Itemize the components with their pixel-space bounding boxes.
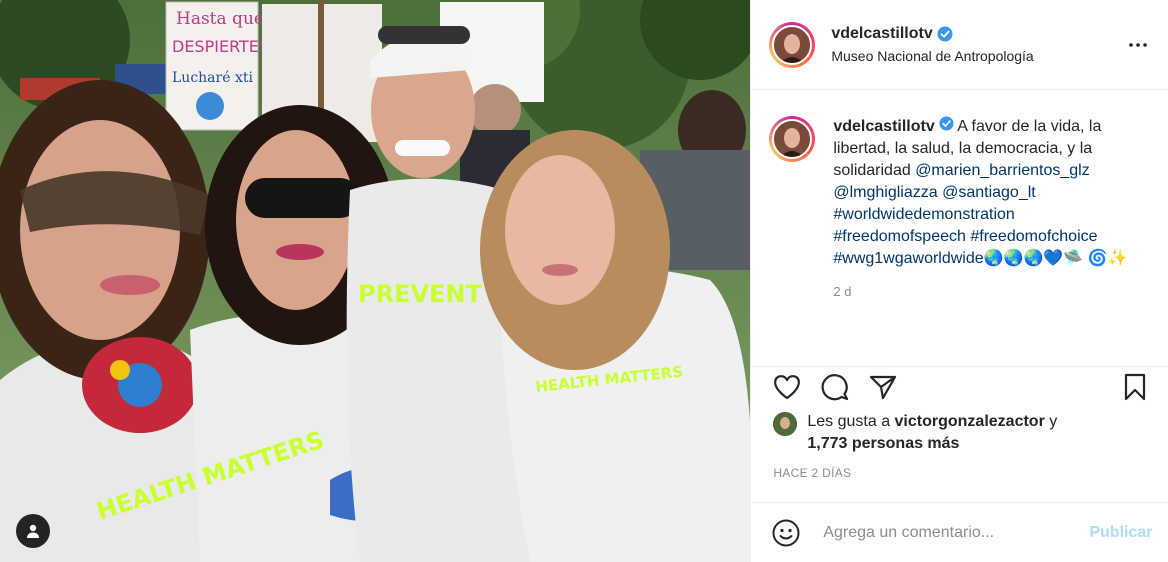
publish-button[interactable]: Publicar <box>1089 524 1152 542</box>
hashtag-link[interactable]: #worldwidedemonstration <box>833 206 1014 223</box>
post-photo[interactable]: Hasta que DESPIERTES Lucharé xti PREVENT… <box>0 0 751 562</box>
hashtag-link[interactable]: #wwg1wgaworldwide <box>833 250 983 267</box>
likes-row: Les gusta a victorgonzalezactor y 1,773 … <box>773 411 1057 455</box>
header-avatar[interactable] <box>769 21 816 68</box>
caption-emojis: 🌏🌏🌏💙🛸 <box>983 250 1084 267</box>
more-options-icon <box>1129 42 1147 47</box>
action-bar <box>751 366 1168 406</box>
avatar-portrait-icon <box>774 26 811 63</box>
photo-illustration: Hasta que DESPIERTES Lucharé xti PREVENT… <box>0 0 751 562</box>
caption-avatar[interactable] <box>769 116 816 162</box>
post-header: vdelcastillotv Museo Nacional de Antropo… <box>751 0 1168 90</box>
sign-text-3: Lucharé xti <box>172 70 253 86</box>
user-tag-button[interactable] <box>16 514 50 548</box>
caption-emojis: 🌀✨ <box>1087 250 1128 267</box>
more-options-button[interactable] <box>1126 33 1150 57</box>
verified-badge-icon <box>937 26 953 42</box>
caption-username[interactable]: vdelcastillotv <box>833 118 934 135</box>
liker-username[interactable]: victorgonzalezactor <box>895 413 1045 430</box>
hashtag-link[interactable]: #freedomofspeech <box>833 228 966 245</box>
comment-button[interactable] <box>819 371 851 403</box>
comment-input[interactable] <box>821 522 1076 543</box>
header-username: vdelcastillotv <box>831 25 933 42</box>
instagram-post: Hasta que DESPIERTES Lucharé xti PREVENT… <box>0 0 1168 562</box>
post-timestamp[interactable]: HACE 2 DÍAS <box>773 466 851 480</box>
mention-link[interactable]: @lmghigliazza <box>833 184 937 201</box>
likes-text: Les gusta a victorgonzalezactor y 1,773 … <box>807 411 1057 455</box>
likes-conj: y <box>1044 413 1058 430</box>
location-link[interactable]: Museo Nacional de Antropología <box>831 48 1126 64</box>
likes-prefix: Les gusta a <box>807 413 895 430</box>
share-icon <box>870 375 897 400</box>
liker-avatar-icon <box>773 412 798 436</box>
caption-text: vdelcastillotv A favor de la vida, la li… <box>833 116 1148 270</box>
post-side-panel: vdelcastillotv Museo Nacional de Antropo… <box>750 0 1168 562</box>
user-tag-icon <box>26 524 40 538</box>
verified-badge-icon <box>939 116 954 131</box>
comment-icon <box>821 374 849 401</box>
heart-icon <box>774 375 801 400</box>
bookmark-icon <box>1125 373 1146 401</box>
save-button[interactable] <box>1119 371 1151 403</box>
hashtag-link[interactable]: #freedomofchoice <box>970 228 1097 245</box>
avatar-image <box>772 119 813 159</box>
likes-count[interactable]: 1,773 personas más <box>807 435 959 452</box>
liker-avatar[interactable] <box>773 412 798 436</box>
emoji-icon <box>772 519 800 546</box>
caption-area: vdelcastillotv A favor de la vida, la li… <box>751 90 1168 562</box>
avatar-image <box>772 24 813 65</box>
mention-link[interactable]: @santiago_lt <box>942 184 1036 201</box>
caption-age[interactable]: 2 d <box>833 284 1150 299</box>
like-button[interactable] <box>771 371 803 403</box>
avatar-portrait-icon <box>774 121 811 157</box>
header-names: vdelcastillotv Museo Nacional de Antropo… <box>831 25 1126 64</box>
shirt-text-prevent: PREVENT <box>358 280 483 308</box>
mention-link[interactable]: @marien_barrientos_glz <box>915 162 1090 179</box>
caption-row: vdelcastillotv A favor de la vida, la li… <box>769 116 1150 270</box>
emoji-button[interactable] <box>771 518 801 548</box>
header-username-link[interactable]: vdelcastillotv <box>831 25 953 43</box>
comment-bar: Publicar <box>751 502 1168 562</box>
sign-text-2: DESPIERTES <box>172 37 269 56</box>
share-button[interactable] <box>867 371 899 403</box>
sign-text-1: Hasta que <box>176 9 264 29</box>
